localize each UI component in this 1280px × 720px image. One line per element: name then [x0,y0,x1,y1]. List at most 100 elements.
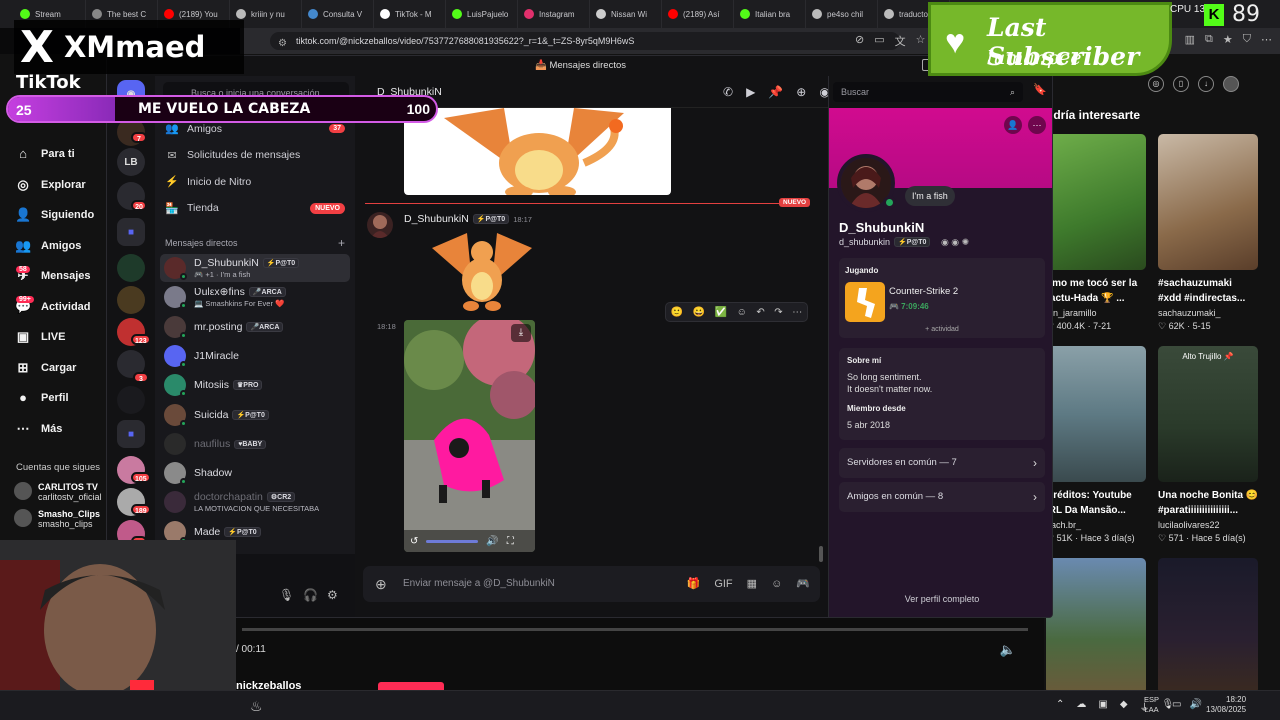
tiktok-nav-perfil[interactable]: ● Perfil [15,390,68,405]
language-indicator[interactable]: ESP LAA [1144,695,1159,715]
tiktok-nav-más[interactable]: ⋯ Más [15,421,63,437]
gift-icon[interactable]: 🎁 [687,566,701,602]
add-dm-icon[interactable]: + [338,236,345,250]
folder-icon[interactable]: ■ [117,420,145,448]
add-reaction-icon[interactable]: ☺ [737,307,747,318]
reaction-check-icon[interactable]: ✅ [715,307,727,318]
more-options-icon[interactable]: ⋯ [792,307,802,318]
clock[interactable]: 18:20 13/08/2025 [1206,695,1246,715]
volume-icon[interactable]: 🔈 [1000,642,1016,658]
emoji-icon[interactable]: ☺ [771,566,782,602]
microphone-icon[interactable]: 🎙 [279,588,294,602]
coins-icon[interactable]: ◎ [1148,76,1164,92]
dog-photo[interactable]: ⤓ ↺ 🔊 ⛶ [404,320,535,552]
video-author[interactable]: each.br_ [1046,520,1146,530]
dm-nav-inicio-de-nitro[interactable]: ⚡ Inicio de Nitro [165,175,345,189]
reaction-emoji-2-icon[interactable]: 😀 [693,307,705,318]
cloud-icon[interactable]: ☁ [1076,699,1086,714]
dm-item[interactable]: Mitosiis ♛PRO [160,371,350,399]
site-info-icon[interactable]: ⚙ [278,35,287,53]
mutual-friends[interactable]: Amigos en común — 8 › [839,482,1045,512]
add-friend-icon[interactable]: 👤 [1004,116,1022,134]
attach-icon[interactable]: ⊕ [375,566,387,602]
dm-item[interactable]: J1Miracle [160,342,350,370]
browser-tab[interactable]: TikTok - M [374,0,446,28]
gif-icon[interactable]: GIF [714,566,732,602]
more-icon[interactable]: ⋯ [1028,116,1046,134]
video-card[interactable]: omo me tocó ser la ractu-Hada 🏆 ... len_ja… [1046,134,1146,332]
reply-icon[interactable]: ↶ [756,307,764,318]
download-icon[interactable]: ↓ [1198,76,1214,92]
video-author[interactable]: len_jaramillo [1046,308,1146,318]
tray-arrow-icon[interactable]: ⌃ [1056,699,1064,714]
volume-icon[interactable]: 🔊 [486,536,498,547]
charizard-sticker[interactable] [427,228,537,314]
video-thumbnail[interactable]: Alto Trujillo 📌 [1158,346,1258,482]
menu-icon[interactable]: ⋯ [1261,33,1272,46]
nvidia-icon[interactable]: ◆ [1120,699,1128,714]
video-call-icon[interactable]: ▶ [746,85,755,99]
headphones-icon[interactable]: 🎧 [303,588,318,602]
dm-nav-amigos[interactable]: 👥 Amigos 37 [165,122,345,135]
dm-item[interactable]: Shadow [160,459,350,487]
steam-icon[interactable]: ♨ [250,698,263,715]
inbox-bookmark-icon[interactable]: 🔖 [1033,83,1047,96]
following-account[interactable]: Smasho_Clips smasho_clips [14,509,100,529]
favorites-icon[interactable]: ★ [1223,33,1233,46]
tiktok-nav-siguiendo[interactable]: 👤 Siguiendo [15,207,94,223]
message-input[interactable]: ⊕ Enviar mensaje a @D_ShubunkiN 🎁 GIF ▦ … [363,566,820,602]
quick-settings[interactable]: ▭ 🔊 [1172,699,1202,710]
replay-icon[interactable]: ↺ [410,536,418,547]
tiktok-logo[interactable]: TikTok [16,72,81,93]
following-account[interactable]: CARLITOS TV carlitostv_oficial [14,482,102,502]
dm-item[interactable]: Ʋulεx⊕fins 🎤ARCA 💻 Smashkins For Ever ❤️ [160,283,350,311]
browser-tab[interactable]: pe4so chil [806,0,878,28]
app-icon[interactable]: ▯ [1173,76,1189,92]
tiktok-nav-live[interactable]: ▣ LIVE [15,329,66,345]
server-icon[interactable] [117,386,145,414]
video-card[interactable] [1046,558,1146,694]
video-thumbnail[interactable] [1046,346,1146,482]
video-thumbnail[interactable] [1046,558,1146,694]
browser-tab[interactable]: (2189) Así [662,0,734,28]
video-author[interactable]: lucilaolivares22 [1158,520,1258,530]
server-icon[interactable] [117,254,145,282]
video-card[interactable]: Créditos: Youtube IRL Da Mansão... each.br… [1046,346,1146,544]
fullscreen-icon[interactable]: ⛶ [507,536,514,547]
tiktok-nav-cargar[interactable]: ⊞ Cargar [15,360,77,376]
video-thumbnail[interactable] [1046,134,1146,270]
activities-icon[interactable]: 🎮 [796,566,810,602]
dm-item[interactable]: Suicida ⚡P@T0 [160,401,350,429]
collections-icon[interactable]: ⧉ [1205,33,1213,46]
browser-tab[interactable]: Instagram [518,0,590,28]
dm-item[interactable]: mr.posting 🎤ARCA [160,313,350,341]
server-lb[interactable]: LB [117,148,145,176]
view-full-profile[interactable]: Ver perfil completo [829,594,1052,604]
video-thumbnail[interactable] [1158,558,1258,694]
message-avatar[interactable] [367,212,393,238]
video-progress[interactable] [242,628,1028,631]
tiktok-nav-explorar[interactable]: ◎ Explorar [15,177,85,193]
cast-icon[interactable]: ▭ [874,33,884,49]
shield-icon[interactable]: ⛉ [1243,33,1251,46]
sidebar-icon[interactable]: ▥ [1185,33,1195,46]
search-input[interactable]: Buscar ⌕ [833,82,1023,102]
charizard-image[interactable] [404,108,671,195]
follow-button[interactable] [378,682,444,690]
reaction-emoji-1-icon[interactable]: 🙂 [671,307,683,318]
app-tray-icon[interactable]: ▣ [1098,699,1107,714]
address-bar[interactable]: ⚙ tiktok.com/@nickzeballos/video/7537727… [270,32,900,50]
video-card[interactable]: #sachauzumaki #xdd #indirectas... sachauzu… [1158,134,1258,332]
dm-item[interactable]: D_ShubunkiN ⚡P@T0 🎮 +1 · I'm a fish [160,254,350,282]
video-card[interactable] [1158,558,1258,694]
video-scrub-bar[interactable] [426,539,479,543]
folder-icon[interactable]: ■ [117,218,145,246]
mutual-servers[interactable]: Servidores en común — 7 › [839,448,1045,478]
translate-icon[interactable]: 文 [895,33,906,49]
browser-tab[interactable]: Italian bra [734,0,806,28]
bookmark-star-icon[interactable]: ☆ [916,33,926,49]
browser-tab[interactable]: Consulta V [302,0,374,28]
video-thumbnail[interactable] [1158,134,1258,270]
download-icon[interactable]: ⤓ [511,324,531,342]
settings-icon[interactable]: ⚙ [327,588,338,602]
